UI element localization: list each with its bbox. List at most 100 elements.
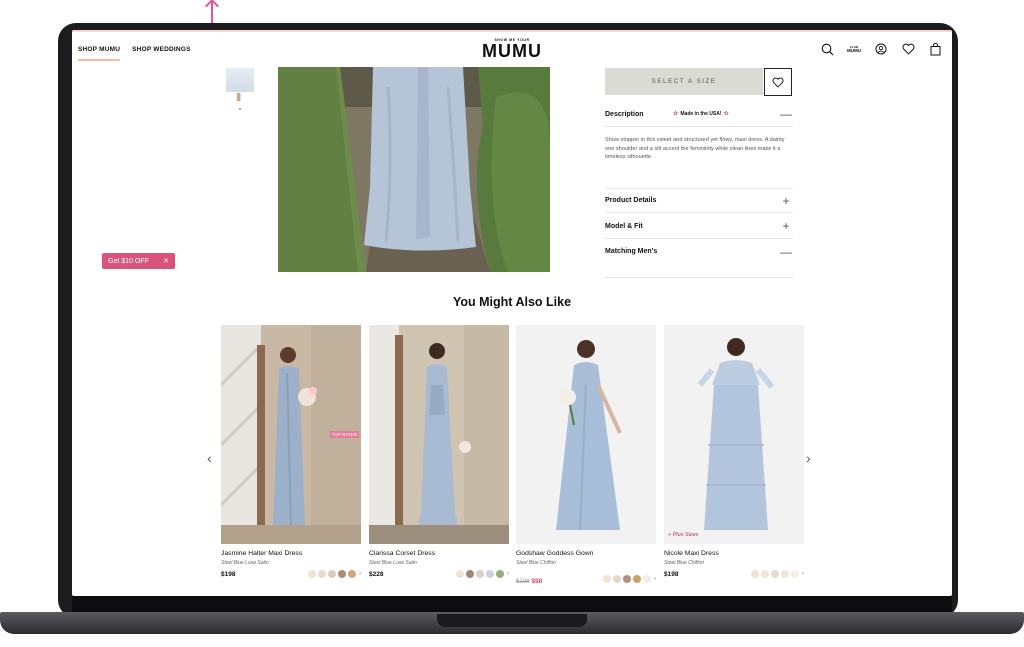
- product-color: Steel Blue Luxe Satin: [369, 560, 417, 566]
- original-price: $198: [516, 579, 530, 585]
- laptop-bezel-bottom: [72, 596, 952, 613]
- club-label: MUMU: [847, 48, 861, 53]
- chevron-right-icon[interactable]: ›: [654, 576, 656, 582]
- product-name[interactable]: Jasmine Halter Maxi Dress: [221, 550, 361, 557]
- price-row: $198 ›: [221, 570, 361, 578]
- color-swatch[interactable]: [781, 570, 789, 578]
- product-color: Steel Blue Chiffon: [516, 560, 557, 566]
- select-size-button[interactable]: SELECT A SIZE: [605, 68, 763, 95]
- accordion-title: Product Details: [605, 197, 657, 204]
- accordion-product-details[interactable]: Product Details +: [605, 188, 793, 213]
- product-card[interactable]: Clarissa Corset Dress Steel Blue Luxe Sa…: [369, 325, 509, 578]
- color-swatch[interactable]: [348, 570, 356, 578]
- promo-label[interactable]: Get $10 OFF: [108, 258, 149, 265]
- color-swatch[interactable]: [466, 570, 474, 578]
- chevron-down-icon[interactable]: ⌄: [226, 103, 254, 112]
- top-strip: [72, 30, 952, 32]
- browser-screen: SHOP MUMU SHOP WEDDINGS SHOW ME YOUR MUM…: [72, 30, 952, 596]
- star-icon: ☆: [673, 111, 679, 117]
- laptop-notch: [437, 614, 587, 627]
- color-swatch[interactable]: [318, 570, 326, 578]
- color-swatch[interactable]: [338, 570, 346, 578]
- accordion-title: Matching Men's: [605, 248, 658, 255]
- product-name[interactable]: Nicole Maxi Dress: [664, 550, 804, 557]
- accordion-matching-mens[interactable]: Matching Men's —: [605, 239, 793, 264]
- color-swatch[interactable]: [791, 570, 799, 578]
- top-rated-badge: TOP RATED: [329, 431, 359, 438]
- star-icon: ☆: [723, 111, 729, 117]
- nav-shop-mumu[interactable]: SHOP MUMU: [78, 46, 121, 61]
- cart-bag-icon[interactable]: [928, 42, 942, 56]
- chevron-left-icon[interactable]: ‹: [207, 450, 212, 466]
- sale-price: $98: [531, 578, 543, 585]
- product-color: Steel Blue Chiffon: [664, 560, 705, 566]
- promo-pill[interactable]: Get $10 OFF ✕: [102, 253, 175, 269]
- product-card-image[interactable]: [369, 325, 509, 544]
- color-swatches: ›: [751, 570, 804, 578]
- heart-icon: [772, 77, 784, 88]
- product-name[interactable]: Clarissa Corset Dress: [369, 550, 509, 557]
- club-mumu-link[interactable]: CLUB MUMU: [847, 42, 861, 56]
- nav-shop-weddings[interactable]: SHOP WEDDINGS: [132, 46, 190, 61]
- minus-icon[interactable]: —: [779, 107, 793, 121]
- thumbnail-image[interactable]: [226, 68, 254, 92]
- product-color: Steel Blue Luxe Satin: [221, 560, 269, 566]
- color-swatch[interactable]: [603, 575, 611, 583]
- product-main-image[interactable]: [278, 67, 550, 272]
- color-swatch[interactable]: [623, 575, 631, 583]
- chevron-right-icon[interactable]: ›: [359, 571, 361, 577]
- color-swatch[interactable]: [643, 575, 651, 583]
- close-icon[interactable]: ✕: [163, 257, 169, 265]
- color-swatches: ›: [456, 570, 509, 578]
- wishlist-icon[interactable]: [901, 42, 915, 56]
- color-swatch[interactable]: [456, 570, 464, 578]
- price-row: $198 $98 ›: [516, 570, 656, 588]
- thumbnail-image[interactable]: [226, 93, 254, 101]
- product-description-text: Show stopper in this sweet and structure…: [605, 137, 785, 161]
- account-icon[interactable]: [874, 42, 888, 56]
- color-swatch[interactable]: [633, 575, 641, 583]
- screenshot-stage: SHOP MUMU SHOP WEDDINGS SHOW ME YOUR MUM…: [0, 0, 1024, 647]
- product-card-image[interactable]: + Plus Sizes: [664, 325, 804, 544]
- color-swatches: ›: [308, 570, 361, 578]
- header-icons: CLUB MUMU: [820, 42, 942, 56]
- color-swatches: ›: [603, 575, 656, 583]
- price-row: $198 ›: [664, 570, 804, 578]
- accordion-title: Model & Fit: [605, 222, 643, 230]
- product-name[interactable]: Godshaw Goddess Gown: [516, 550, 656, 557]
- logo[interactable]: SHOW ME YOUR MUMU: [472, 38, 552, 60]
- search-icon[interactable]: [820, 42, 834, 56]
- color-swatch[interactable]: [751, 570, 759, 578]
- product-card[interactable]: TOP RATED Jasmine Halter Maxi Dress Stee…: [221, 325, 361, 578]
- plus-sizes-badge: + Plus Sizes: [668, 532, 699, 538]
- accordion-model-fit[interactable]: Model & Fit +: [605, 214, 793, 239]
- accordion-title: Description: [605, 110, 644, 118]
- price-group: $198 $98: [516, 570, 542, 588]
- product-card[interactable]: Godshaw Goddess Gown Steel Blue Chiffon …: [516, 325, 656, 588]
- product-price: $228: [369, 570, 384, 578]
- color-swatch[interactable]: [476, 570, 484, 578]
- color-swatch[interactable]: [771, 570, 779, 578]
- product-price: $198: [664, 570, 679, 578]
- color-swatch[interactable]: [328, 570, 336, 578]
- color-swatch[interactable]: [496, 570, 504, 578]
- logo-wordmark: MUMU: [482, 41, 542, 61]
- color-swatch[interactable]: [486, 570, 494, 578]
- add-to-wishlist-button[interactable]: [764, 68, 792, 96]
- made-in-usa-label: Made in the USA!: [680, 110, 722, 117]
- recommendations-title: You Might Also Like: [452, 295, 572, 309]
- chevron-right-icon[interactable]: ›: [802, 571, 804, 577]
- product-price: $198: [221, 570, 236, 578]
- product-card-image[interactable]: [516, 325, 656, 544]
- product-card-image[interactable]: TOP RATED: [221, 325, 361, 544]
- product-card[interactable]: + Plus Sizes Nicole Maxi Dress Steel Blu…: [664, 325, 804, 578]
- color-swatch[interactable]: [613, 575, 621, 583]
- plus-icon[interactable]: +: [779, 219, 793, 233]
- chevron-right-icon[interactable]: ›: [507, 571, 509, 577]
- chevron-right-icon[interactable]: ›: [806, 450, 811, 466]
- minus-icon[interactable]: —: [779, 245, 793, 259]
- color-swatch[interactable]: [761, 570, 769, 578]
- color-swatch[interactable]: [308, 570, 316, 578]
- plus-icon[interactable]: +: [779, 194, 793, 208]
- divider: [605, 277, 793, 278]
